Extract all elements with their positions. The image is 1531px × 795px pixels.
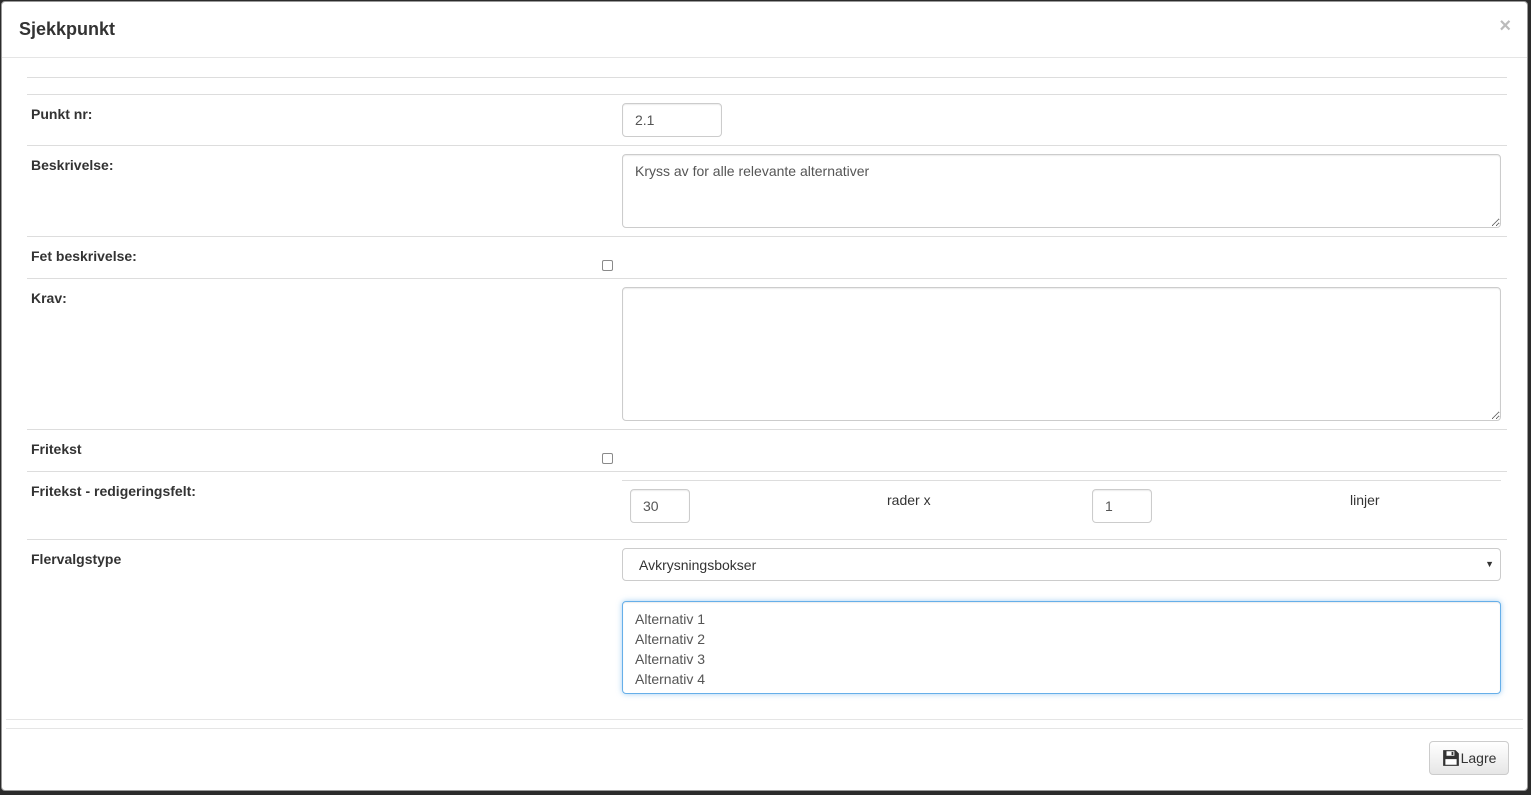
linjer-text: linjer — [1350, 492, 1380, 508]
save-button[interactable]: Lagre — [1429, 741, 1509, 775]
footer-divider — [6, 728, 1523, 729]
divider — [27, 77, 1507, 78]
footer-divider — [6, 719, 1523, 720]
divider — [27, 429, 1507, 430]
caret-down-icon: ▼ — [1485, 559, 1494, 569]
beskrivelse-textarea[interactable]: Kryss av for alle relevante alternativer — [622, 154, 1501, 228]
punkt-nr-label: Punkt nr: — [31, 106, 93, 122]
krav-textarea[interactable] — [622, 287, 1501, 421]
alternativer-textarea[interactable]: Alternativ 1 Alternativ 2 Alternativ 3 A… — [622, 601, 1501, 694]
fritekst-felt-label: Fritekst - redigeringsfelt: — [31, 483, 196, 499]
sjekkpunkt-modal: Sjekkpunkt × Punkt nr: Beskrivelse: Krys… — [1, 1, 1528, 791]
alternativ-line: Alternativ 3 — [635, 651, 706, 667]
punkt-nr-input[interactable] — [622, 103, 722, 137]
flervalgstype-label: Flervalgstype — [31, 551, 122, 567]
alternativ-line: Alternativ 4 — [635, 671, 706, 687]
floppy-disk-icon — [1442, 750, 1459, 766]
divider — [27, 145, 1507, 146]
rader-text: rader x — [887, 492, 931, 508]
modal-header: Sjekkpunkt × — [2, 2, 1527, 58]
divider — [27, 539, 1507, 540]
divider — [27, 94, 1507, 95]
fritekst-label: Fritekst — [31, 441, 82, 457]
divider — [27, 236, 1507, 237]
fritekst-checkbox[interactable] — [602, 453, 613, 464]
rader-input[interactable] — [630, 489, 690, 523]
alternativ-line: Alternativ 1 — [635, 611, 706, 627]
linjer-input[interactable] — [1092, 489, 1152, 523]
fet-beskrivelse-checkbox[interactable] — [602, 260, 613, 271]
alternativ-line: Alternativ 2 — [635, 631, 706, 647]
fet-beskrivelse-label: Fet beskrivelse: — [31, 248, 137, 264]
flervalgstype-select[interactable]: Avkrysningsbokser ▼ — [622, 548, 1501, 581]
divider — [622, 480, 1501, 481]
flervalgstype-selected: Avkrysningsbokser — [639, 557, 757, 573]
divider — [27, 278, 1507, 279]
beskrivelse-label: Beskrivelse: — [31, 157, 114, 173]
save-label: Lagre — [1460, 750, 1497, 766]
divider — [27, 471, 1507, 472]
modal-title: Sjekkpunkt — [19, 19, 116, 39]
krav-label: Krav: — [31, 290, 67, 306]
close-icon[interactable]: × — [1499, 16, 1511, 36]
